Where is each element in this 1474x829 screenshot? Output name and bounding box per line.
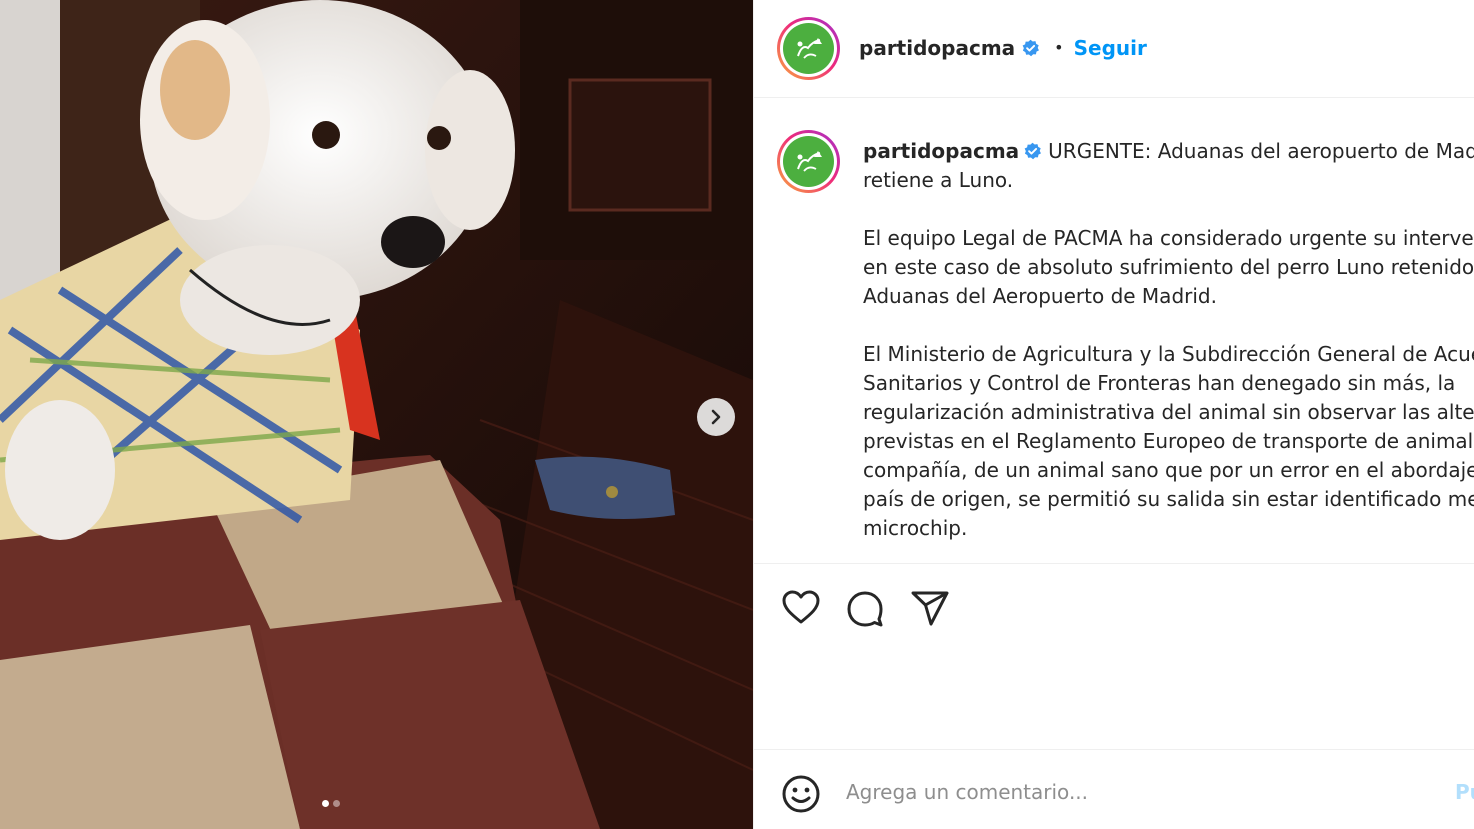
dog-photo bbox=[0, 0, 753, 829]
caption-section: partidopacma URGENTE: Aduanas del aeropue… bbox=[754, 99, 1474, 564]
comment-button[interactable] bbox=[845, 588, 885, 628]
avatar[interactable] bbox=[777, 17, 840, 80]
pacma-logo-icon bbox=[796, 37, 822, 59]
caption-line: Sanitarios y Control de Fronteras han de… bbox=[863, 371, 1456, 395]
post-media[interactable] bbox=[0, 0, 753, 829]
caption-line: retiene a Luno. bbox=[863, 168, 1014, 192]
caption-line: URGENTE: Aduanas del aeropuerto de Madri… bbox=[1048, 139, 1474, 163]
verified-badge-icon bbox=[1021, 39, 1040, 58]
carousel-dot bbox=[333, 800, 340, 807]
username[interactable]: partidopacma bbox=[859, 34, 1015, 62]
share-icon bbox=[911, 591, 949, 626]
verified-badge-icon bbox=[1023, 142, 1042, 161]
heart-icon bbox=[782, 590, 820, 624]
instagram-post-view: partidopacma • Seguir partidopacma URGEN… bbox=[0, 0, 1474, 829]
comment-composer: Publicar bbox=[754, 749, 1474, 829]
caption-line: país de origen, se permitió su salida si… bbox=[863, 487, 1474, 511]
comment-input[interactable] bbox=[846, 772, 1436, 812]
post-side-panel: partidopacma • Seguir partidopacma URGEN… bbox=[753, 0, 1474, 829]
next-slide-button[interactable] bbox=[697, 398, 735, 436]
caption-paragraph-3: El Ministerio de Agricultura y la Subdir… bbox=[863, 340, 1474, 543]
caption-line: El equipo Legal de PACMA ha considerado … bbox=[863, 226, 1474, 250]
caption-line: El Ministerio de Agricultura y la Subdir… bbox=[863, 342, 1474, 366]
like-button[interactable] bbox=[781, 588, 821, 628]
caption-line: compañía, de un animal sano que por un e… bbox=[863, 458, 1474, 482]
caption-line: regularización administrativa del animal… bbox=[863, 400, 1474, 424]
share-button[interactable] bbox=[910, 588, 950, 628]
comment-icon bbox=[847, 591, 883, 627]
caption-line: en este caso de absoluto sufrimiento del… bbox=[863, 255, 1474, 279]
caption-avatar[interactable] bbox=[777, 130, 840, 193]
caption-username[interactable]: partidopacma bbox=[863, 139, 1019, 163]
carousel-dot-active bbox=[322, 800, 329, 807]
emoji-button[interactable] bbox=[781, 774, 821, 814]
separator-dot: • bbox=[1054, 38, 1064, 57]
follow-button[interactable]: Seguir bbox=[1074, 34, 1147, 62]
caption-text: partidopacma URGENTE: Aduanas del aeropue… bbox=[863, 137, 1474, 563]
action-bar bbox=[754, 564, 1474, 644]
caption-line: Aduanas del Aeropuerto de Madrid. bbox=[863, 284, 1217, 308]
caption-paragraph-2: El equipo Legal de PACMA ha considerado … bbox=[863, 224, 1474, 311]
post-header: partidopacma • Seguir bbox=[754, 0, 1474, 98]
carousel-indicator bbox=[322, 800, 340, 807]
caption-paragraph-1: partidopacma URGENTE: Aduanas del aeropue… bbox=[863, 137, 1474, 195]
header-user-row: partidopacma • Seguir bbox=[859, 34, 1147, 62]
chevron-right-icon bbox=[711, 409, 721, 425]
emoji-icon bbox=[782, 775, 820, 813]
caption-line: microchip. bbox=[863, 516, 968, 540]
post-comment-button[interactable]: Publicar bbox=[1455, 780, 1474, 804]
caption-line: previstas en el Reglamento Europeo de tr… bbox=[863, 429, 1474, 453]
pacma-logo-icon bbox=[796, 150, 822, 172]
